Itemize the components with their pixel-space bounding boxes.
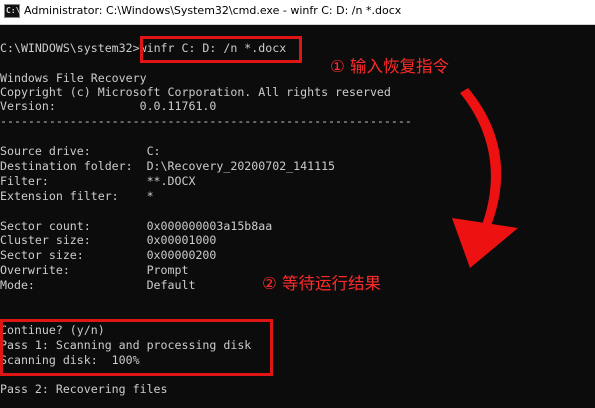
disk-info-line: Cluster size: 0x00001000 bbox=[0, 233, 217, 247]
step2-annotation: ② 等待运行结果 bbox=[262, 274, 382, 293]
disk-info-line: Sector count: 0x000000003a15b8aa bbox=[0, 219, 273, 233]
separator-line: ----------------------------------------… bbox=[0, 114, 412, 128]
command-highlight-box bbox=[140, 36, 302, 63]
header-line: Copyright (c) Microsoft Corporation. All… bbox=[0, 85, 391, 99]
red-curved-arrow-icon bbox=[452, 88, 518, 268]
window-title: Administrator: C:\Windows\System32\cmd.e… bbox=[24, 4, 402, 17]
header-line: Windows File Recovery bbox=[0, 71, 147, 85]
header-line: Version: 0.0.11761.0 bbox=[0, 99, 217, 113]
title-bar: C:\ Administrator: C:\Windows\System32\c… bbox=[0, 0, 595, 25]
setting-line: Filter: **.DOCX bbox=[0, 174, 196, 188]
setting-line: Extension filter: * bbox=[0, 189, 154, 203]
setting-line: Source drive: C: bbox=[0, 144, 161, 158]
result-highlight-box bbox=[0, 319, 273, 376]
prompt: C:\WINDOWS\system32> bbox=[0, 41, 140, 55]
cmd-icon: C:\ bbox=[4, 4, 20, 18]
disk-info-line: Mode: Default bbox=[0, 278, 196, 292]
disk-info-line: Sector size: 0x00000200 bbox=[0, 248, 217, 262]
disk-info-line: Overwrite: Prompt bbox=[0, 263, 189, 277]
setting-line: Destination folder: D:\Recovery_20200702… bbox=[0, 159, 336, 173]
pass2-line: Pass 2: Recovering files bbox=[0, 382, 168, 396]
